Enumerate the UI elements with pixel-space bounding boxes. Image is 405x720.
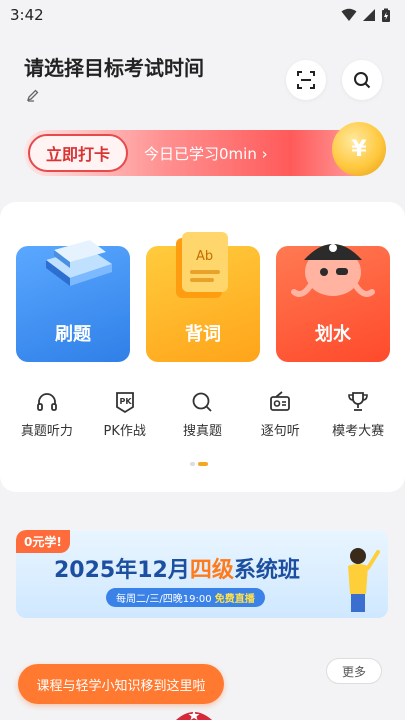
- card-relax[interactable]: 划水: [276, 244, 390, 362]
- search-icon: [193, 392, 213, 412]
- book-icon: [46, 240, 112, 286]
- checkin-banner[interactable]: 立即打卡 今日已学习0min › ¥: [24, 122, 386, 176]
- card-practice-label: 刷题: [55, 324, 91, 345]
- card-practice[interactable]: 刷题: [16, 240, 130, 362]
- quick-listening-label: 真题听力: [20, 424, 73, 439]
- card-vocabulary[interactable]: Ab 背词: [146, 232, 260, 362]
- flashcard-icon: Ab: [176, 232, 228, 298]
- pencil-icon[interactable]: [26, 88, 40, 102]
- pk-badge-icon: PK: [115, 392, 134, 414]
- promo-schedule: 每周二/三/四晚19:00 免费直播: [106, 588, 265, 607]
- trophy-icon: [348, 392, 368, 411]
- page-indicator: [190, 462, 208, 466]
- quick-listening[interactable]: 真题听力: [10, 390, 84, 450]
- status-icons: [341, 8, 391, 23]
- quick-sentence[interactable]: 逐句听: [243, 390, 317, 450]
- status-time: 3:42: [10, 6, 44, 24]
- card-relax-label: 划水: [315, 324, 351, 345]
- wifi-icon: [341, 8, 357, 21]
- quick-sentence-label: 逐句听: [260, 424, 300, 439]
- quick-mock-exam[interactable]: 模考大赛: [321, 390, 395, 450]
- quick-search[interactable]: 搜真题: [165, 390, 239, 450]
- star-icon: [176, 710, 212, 720]
- search-icon: [354, 72, 371, 89]
- page-dot: [190, 462, 195, 466]
- octopus-pirate-icon: [291, 244, 375, 297]
- scan-icon: [297, 71, 315, 89]
- promo-banner[interactable]: 0元学! 2025年12月四级系统班 每周二/三/四晚19:00 免费直播: [16, 530, 388, 618]
- promo-tag: 0元学!: [16, 530, 70, 553]
- quick-pk[interactable]: PK PK作战: [88, 390, 162, 450]
- quick-search-label: 搜真题: [182, 424, 222, 439]
- study-time-text[interactable]: 今日已学习0min ›: [144, 143, 268, 164]
- promo-live: 免费直播: [214, 594, 255, 605]
- radio-icon: [270, 391, 291, 411]
- checkin-button[interactable]: 立即打卡: [28, 134, 128, 172]
- quick-mock-exam-label: 模考大赛: [332, 424, 385, 439]
- quick-pk-label: PK作战: [103, 424, 146, 439]
- scan-button[interactable]: [286, 60, 326, 100]
- card-vocabulary-label: 背词: [185, 324, 221, 345]
- svg-text:Ab: Ab: [196, 249, 213, 264]
- header: 请选择目标考试时间: [0, 30, 405, 110]
- search-button[interactable]: [342, 60, 382, 100]
- headphones-icon: [36, 393, 57, 411]
- more-button[interactable]: 更多: [326, 658, 382, 684]
- promo-title-highlight: 四级: [189, 558, 234, 583]
- signal-icon: [363, 9, 375, 21]
- svg-text:PK: PK: [119, 397, 132, 406]
- page-dot-active: [198, 462, 208, 466]
- toast-message[interactable]: 课程与轻学小知识移到这里啦: [18, 664, 224, 704]
- cheering-person-icon: [348, 548, 380, 612]
- status-bar: 3:42: [0, 0, 405, 30]
- promo-title-suffix: 系统班: [233, 558, 300, 583]
- promo-schedule-time: 每周二/三/四晚19:00: [116, 594, 212, 605]
- battery-icon: [382, 8, 390, 22]
- page-title[interactable]: 请选择目标考试时间: [24, 52, 204, 81]
- feature-panel: 刷题 Ab 背词 划水 真题听力 PK PK作战 搜真题 逐句听 模考大赛: [0, 202, 405, 492]
- promo-title-prefix: 2025年12月: [54, 558, 190, 583]
- quick-actions: 真题听力 PK PK作战 搜真题 逐句听 模考大赛: [0, 390, 405, 450]
- coin-icon: ¥: [332, 122, 386, 176]
- promo-title: 2025年12月四级系统班: [54, 552, 300, 584]
